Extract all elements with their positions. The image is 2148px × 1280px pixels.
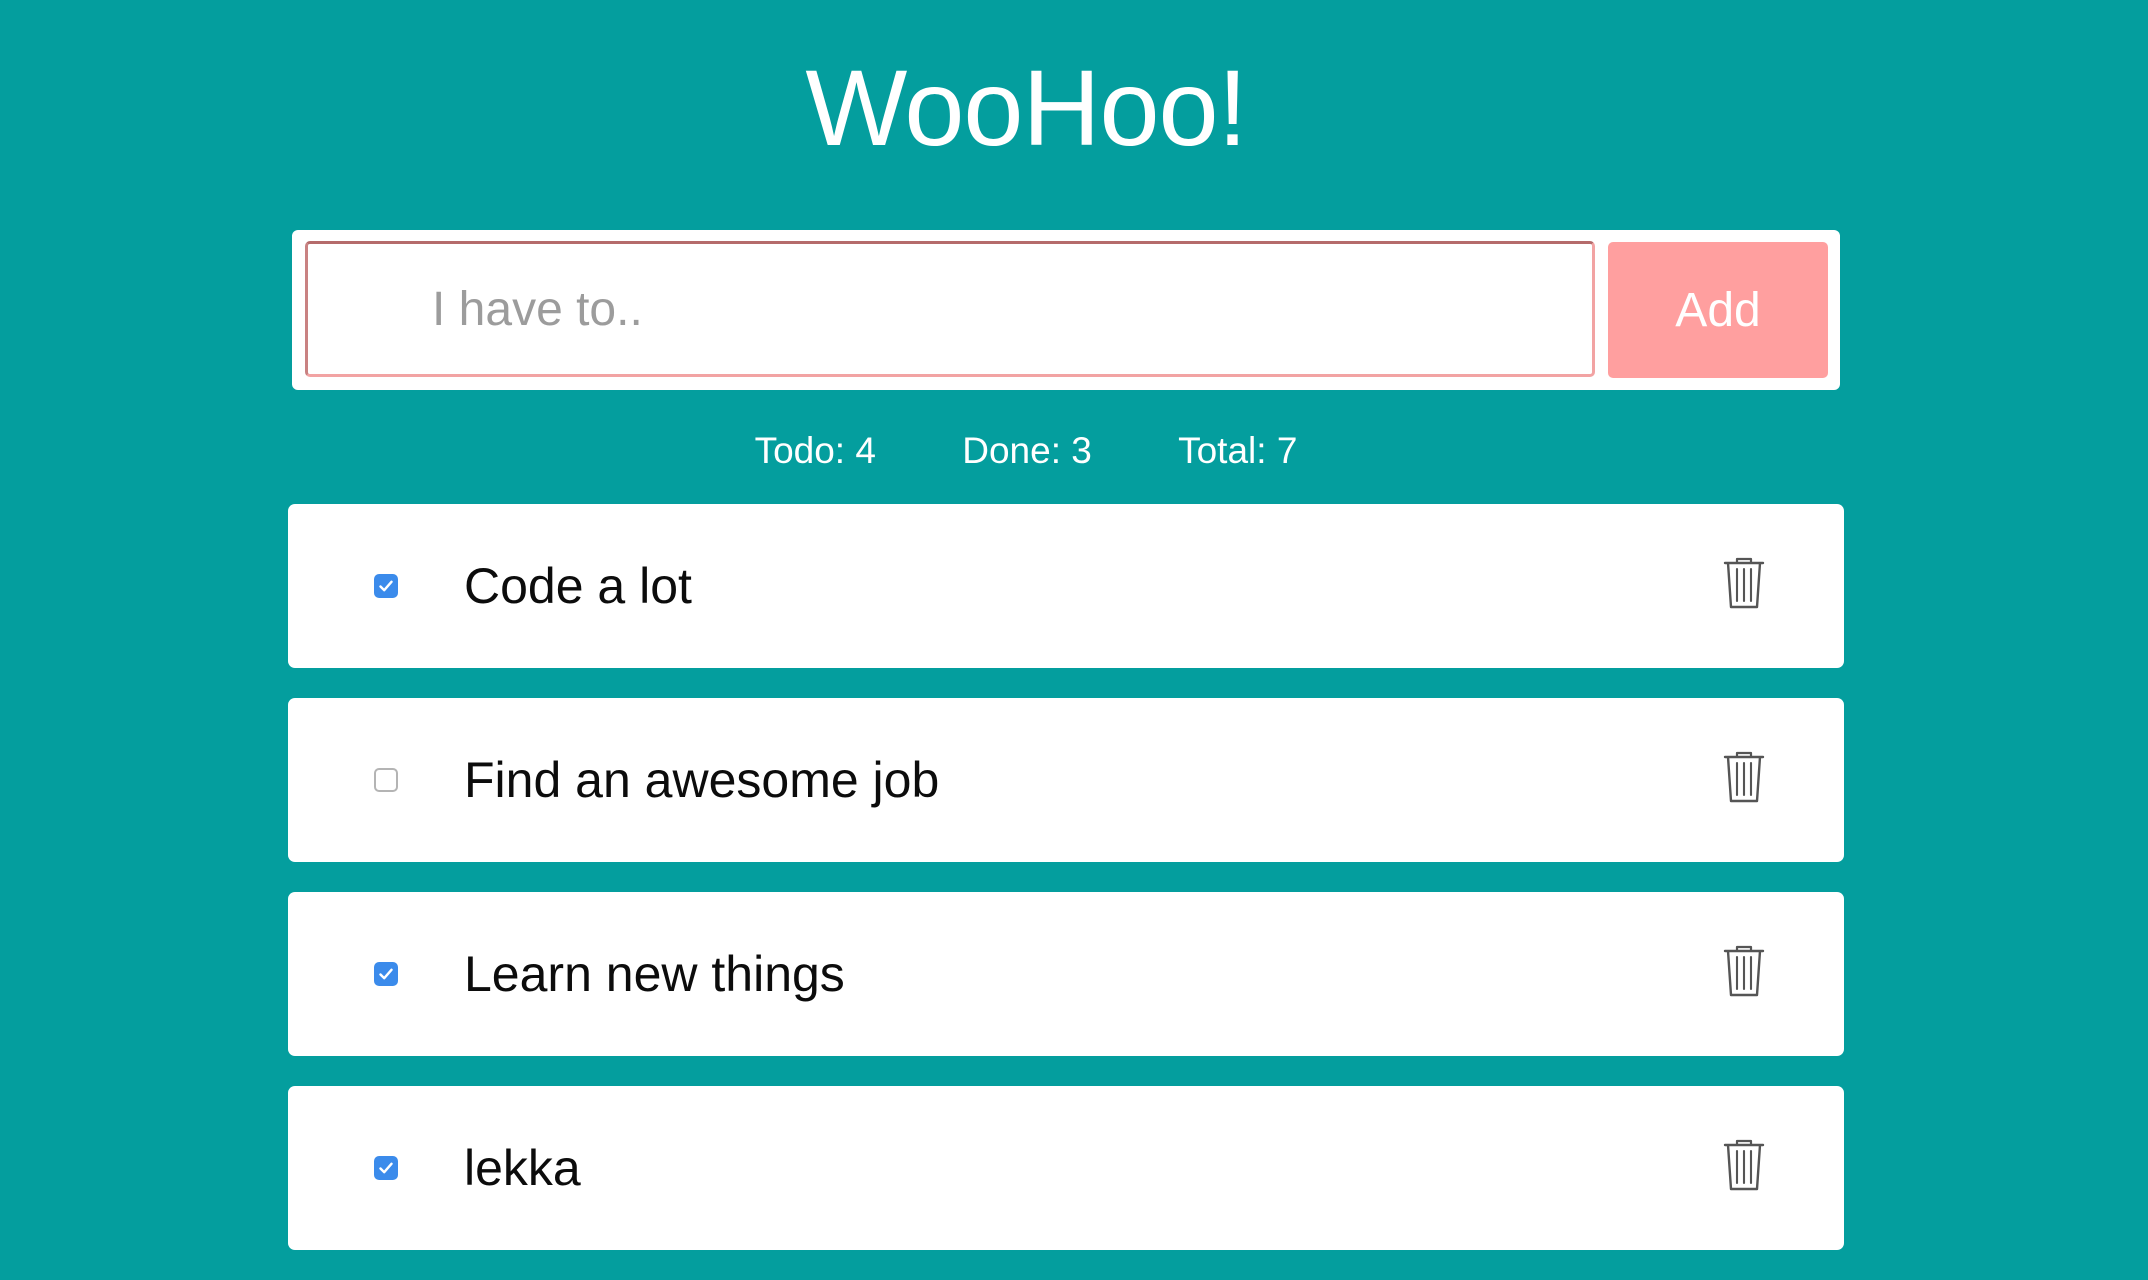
- todo-item: Code a lot: [288, 504, 1844, 668]
- trash-icon[interactable]: [1720, 944, 1768, 998]
- todo-list: Code a lot Find an awesome job Learn new…: [288, 504, 1844, 1280]
- app-title: WooHoo!: [805, 47, 1247, 168]
- trash-icon[interactable]: [1720, 1138, 1768, 1192]
- total-count: Total: 7: [1178, 430, 1298, 471]
- todo-item: Find an awesome job: [288, 698, 1844, 862]
- todo-count: Todo: 4: [754, 430, 876, 471]
- add-todo-form: Add: [292, 230, 1840, 390]
- todo-checkbox[interactable]: [374, 962, 398, 986]
- checkmark-icon: [379, 580, 393, 592]
- todo-checkbox[interactable]: [374, 574, 398, 598]
- trash-icon[interactable]: [1720, 750, 1768, 804]
- done-count: Done: 3: [962, 430, 1092, 471]
- todo-text: Learn new things: [464, 946, 845, 1002]
- todo-input[interactable]: [305, 241, 1595, 377]
- checkmark-icon: [379, 1162, 393, 1174]
- checkmark-icon: [379, 968, 393, 980]
- todo-app: WooHoo! Add Todo: 4 Done: 3 Total: 7 Cod…: [0, 0, 2148, 1270]
- todo-text: Find an awesome job: [464, 752, 940, 808]
- todo-item: lekka: [288, 1086, 1844, 1250]
- add-button[interactable]: Add: [1608, 242, 1828, 378]
- todo-item: Learn new things: [288, 892, 1844, 1056]
- todo-text: Code a lot: [464, 558, 692, 614]
- todo-stats: Todo: 4 Done: 3 Total: 7: [0, 428, 2052, 474]
- todo-text: lekka: [464, 1140, 581, 1196]
- todo-checkbox[interactable]: [374, 1156, 398, 1180]
- todo-checkbox[interactable]: [374, 768, 398, 792]
- trash-icon[interactable]: [1720, 556, 1768, 610]
